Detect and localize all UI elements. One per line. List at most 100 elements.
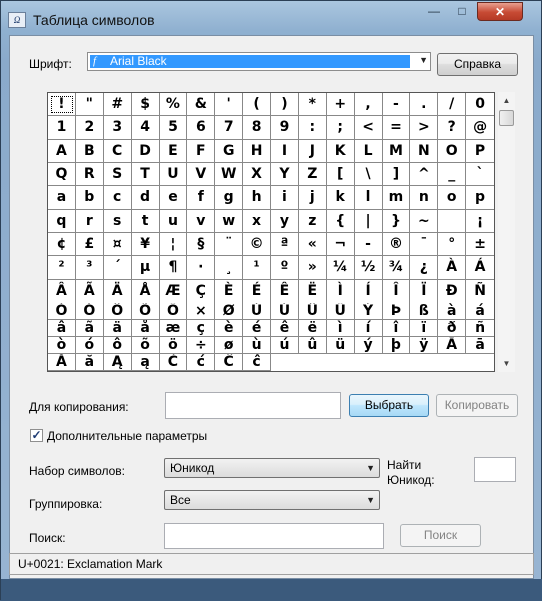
char-cell[interactable]: v [187, 209, 216, 233]
copy-button[interactable]: Копировать [436, 394, 518, 417]
char-cell[interactable]: Y [271, 163, 299, 187]
char-cell[interactable]: § [187, 233, 216, 257]
char-cell[interactable]: ! [48, 93, 76, 117]
char-cell[interactable]: R [75, 163, 104, 187]
char-cell[interactable]: ¡ [466, 210, 494, 233]
char-cell[interactable]: , [354, 93, 383, 117]
char-cell[interactable]: ° [438, 233, 467, 257]
char-cell[interactable]: Á [466, 256, 494, 280]
char-cell[interactable]: ¾ [382, 256, 411, 280]
char-cell[interactable]: < [354, 116, 383, 140]
char-cell[interactable]: V [187, 163, 216, 187]
char-cell[interactable]: t [131, 209, 160, 233]
char-cell[interactable]: X [243, 163, 271, 187]
char-cell[interactable]: Ç [187, 279, 216, 303]
search-button[interactable]: Поиск [400, 524, 481, 547]
char-cell[interactable]: ñ [466, 320, 494, 337]
char-cell[interactable]: ² [48, 256, 76, 280]
char-cell[interactable]: k [326, 186, 355, 210]
char-cell[interactable]: N [410, 139, 439, 163]
char-cell[interactable]: D [131, 139, 160, 163]
char-cell[interactable]: · [187, 256, 216, 280]
char-cell[interactable]: ü [326, 337, 355, 354]
char-cell[interactable]: á [466, 303, 494, 320]
char-cell[interactable]: & [187, 93, 216, 117]
char-cell[interactable]: ¤ [103, 233, 132, 257]
char-cell[interactable]: 0 [466, 93, 494, 117]
char-cell[interactable]: Ê [271, 279, 299, 303]
char-cell[interactable]: " [75, 93, 104, 117]
char-cell[interactable]: ¬ [326, 233, 355, 257]
char-cell[interactable]: K [326, 139, 355, 163]
char-cell[interactable]: T [131, 163, 160, 187]
char-cell[interactable]: # [103, 93, 132, 117]
char-cell[interactable]: U [159, 163, 188, 187]
grouping-dropdown[interactable]: Все ▼ [164, 490, 380, 510]
char-cell[interactable]: E [159, 139, 188, 163]
char-cell[interactable]: b [75, 186, 104, 210]
char-cell[interactable]: x [243, 209, 271, 233]
char-cell[interactable]: Ë [299, 279, 327, 303]
char-cell[interactable]: G [215, 139, 244, 163]
char-cell[interactable]: Ò [48, 303, 76, 320]
char-cell[interactable]: ÷ [187, 337, 216, 354]
char-cell[interactable]: \ [354, 163, 383, 187]
char-cell[interactable]: ô [103, 337, 132, 354]
char-cell[interactable]: ð [438, 320, 467, 337]
char-cell[interactable]: Ï [410, 279, 439, 303]
charset-dropdown[interactable]: Юникод ▼ [164, 458, 380, 478]
advanced-view-checkbox[interactable]: ✓ [30, 429, 43, 442]
char-cell[interactable] [438, 209, 467, 233]
char-cell[interactable]: o [438, 186, 467, 210]
char-cell[interactable]: ¼ [326, 256, 355, 280]
char-cell[interactable]: × [187, 303, 216, 320]
char-cell[interactable]: ½ [354, 256, 383, 280]
char-cell[interactable]: ¸ [215, 256, 244, 280]
char-cell[interactable]: ³ [75, 256, 104, 280]
char-cell[interactable]: £ [75, 233, 104, 257]
char-cell[interactable]: f [187, 186, 216, 210]
char-cell[interactable]: ö [159, 337, 188, 354]
char-cell[interactable]: « [298, 233, 327, 257]
char-cell[interactable]: Ñ [466, 280, 494, 303]
char-cell[interactable]: u [159, 209, 188, 233]
char-cell[interactable]: / [438, 93, 467, 117]
minimize-button[interactable]: — [421, 2, 447, 21]
scroll-down-icon[interactable]: ▼ [498, 355, 515, 372]
char-cell[interactable]: Õ [131, 303, 160, 320]
char-cell[interactable]: Ă [48, 354, 76, 371]
char-cell[interactable]: c [103, 186, 132, 210]
char-cell[interactable]: Æ [160, 279, 188, 303]
char-cell[interactable]: . [410, 93, 439, 117]
char-cell[interactable]: L [354, 139, 383, 163]
char-cell[interactable]: è [215, 320, 244, 337]
char-cell[interactable]: r [75, 209, 104, 233]
char-cell[interactable]: [ [326, 163, 355, 187]
char-cell[interactable]: Ā [438, 337, 467, 354]
char-cell[interactable]: Þ [382, 303, 411, 320]
character-grid[interactable]: ! " # $% & '() * +, -./0 1 2 3 4 5 6 7 8 9:; < = >? @ A B C D E F G H… [47, 92, 495, 372]
title-bar[interactable]: Ω Таблица символов — □ ✕ [1, 1, 541, 35]
char-cell[interactable]: q [48, 209, 76, 233]
char-cell[interactable]: Ć [159, 354, 188, 371]
char-cell[interactable]: ĉ [243, 354, 271, 371]
char-cell[interactable]: ã [75, 320, 104, 337]
char-cell[interactable]: w [215, 209, 244, 233]
char-cell[interactable]: û [298, 337, 327, 354]
char-cell[interactable]: Í [355, 279, 383, 303]
char-cell[interactable]: l [354, 186, 383, 210]
char-cell[interactable]: ) [271, 93, 299, 117]
chevron-down-icon[interactable]: ▼ [366, 491, 375, 509]
char-cell[interactable]: Ã [76, 279, 104, 303]
char-cell[interactable]: F [187, 139, 216, 163]
char-cell[interactable]: s [103, 209, 132, 233]
char-cell[interactable]: Ú [271, 303, 299, 320]
char-cell[interactable]: e [159, 186, 188, 210]
char-cell[interactable]: Ä [104, 279, 132, 303]
char-cell[interactable]: ® [382, 233, 411, 257]
help-button[interactable]: Справка [437, 53, 518, 76]
char-cell[interactable]: p [466, 186, 494, 210]
char-cell[interactable]: ª [271, 233, 299, 257]
char-cell[interactable]: Ą [103, 354, 132, 371]
char-cell[interactable]: Ó [75, 303, 104, 320]
